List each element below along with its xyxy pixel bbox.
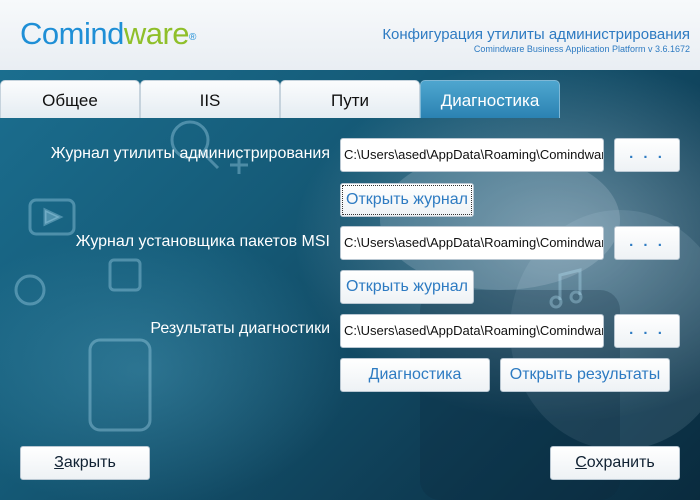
diagnostics-results-label: Результаты диагностики [150, 320, 330, 337]
save-label-rest: охранить [586, 454, 655, 471]
open-results-button[interactable]: Открыть результаты [500, 358, 670, 392]
diagnostics-browse-button[interactable]: . . . [614, 314, 680, 348]
admin-log-open-button[interactable]: Открыть журнал [340, 183, 474, 217]
msi-log-label: Журнал установщика пакетов MSI [75, 233, 330, 250]
tab-general[interactable]: Общее [0, 80, 140, 118]
comindware-logo: Comindware® [20, 16, 196, 51]
admin-log-path-field[interactable]: C:\Users\ased\AppData\Roaming\Comindware [340, 138, 604, 172]
app-header: Comindware® Конфигурация утилиты админис… [0, 0, 700, 70]
close-label-rest: акрыть [63, 454, 116, 471]
diagnostics-path-field[interactable]: C:\Users\ased\AppData\Roaming\Comindware [340, 314, 604, 348]
msi-log-path-field[interactable]: C:\Users\ased\AppData\Roaming\Comindware [340, 226, 604, 260]
admin-log-label: Журнал утилиты администрирования [50, 145, 330, 162]
admin-log-browse-button[interactable]: . . . [614, 138, 680, 172]
tab-paths[interactable]: Пути [280, 80, 420, 118]
run-diagnostics-button[interactable]: Диагностика [340, 358, 490, 392]
msi-log-browse-button[interactable]: . . . [614, 226, 680, 260]
tab-diagnostics[interactable]: Диагностика [420, 80, 560, 118]
window-title: Конфигурация утилиты администрирования [382, 26, 690, 43]
close-button[interactable]: Закрыть [20, 446, 150, 480]
msi-log-open-button[interactable]: Открыть журнал [340, 270, 474, 304]
close-mnemonic: З [54, 454, 64, 471]
tab-iis[interactable]: IIS [140, 80, 280, 118]
save-button[interactable]: Сохранить [550, 446, 680, 480]
product-version: Comindware Business Application Platform… [473, 44, 690, 54]
save-mnemonic: С [575, 454, 587, 471]
